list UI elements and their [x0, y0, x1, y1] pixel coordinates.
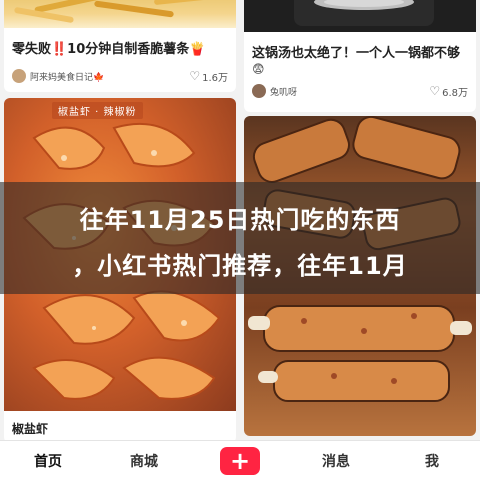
like-button[interactable]: ♡ 6.8万: [429, 84, 468, 99]
tab-home[interactable]: 首页: [0, 451, 96, 471]
headline-line-2: ，小红书热门推荐，往年11月: [72, 252, 408, 280]
note-title: 椒盐虾: [12, 422, 49, 436]
note-meta: 阿来妈美食日记🍁 ♡ 1.6万: [12, 67, 228, 85]
soup-pot-photo: [244, 0, 476, 32]
tab-me[interactable]: 我: [384, 451, 480, 471]
note-card-fries[interactable]: 零失败‼️10分钟自制香脆薯条🍟 阿来妈美食日记🍁 ♡ 1.6万: [4, 0, 236, 92]
avatar[interactable]: [252, 84, 266, 98]
photo-caption: 椒盐虾 · 辣椒粉: [52, 102, 143, 119]
like-button[interactable]: ♡ 1.6万: [189, 69, 228, 84]
like-count: 6.8万: [442, 87, 468, 99]
note-card-soup[interactable]: 这锅汤也太绝了！一个人一锅都不够 😨 兔叽呀 ♡ 6.8万: [244, 0, 476, 112]
author-name: 阿来妈美食日记🍁: [30, 72, 105, 83]
bottom-tab-bar: 首页 商城 + 消息 我: [0, 440, 480, 481]
tab-shop[interactable]: 商城: [96, 451, 192, 471]
heart-icon: ♡: [429, 84, 441, 98]
heart-icon: ♡: [189, 69, 201, 83]
like-count: 1.6万: [202, 72, 228, 84]
author-name: 兔叽呀: [270, 87, 298, 98]
tab-publish[interactable]: +: [192, 447, 288, 475]
plus-icon[interactable]: +: [220, 447, 260, 475]
emoji-icon: 😨: [252, 62, 265, 76]
note-title: 零失败‼️10分钟自制香脆薯条🍟: [12, 42, 206, 57]
note-meta: 兔叽呀 ♡ 6.8万: [252, 82, 468, 100]
avatar[interactable]: [12, 69, 26, 83]
headline-line-1: 往年11月25日热门吃的东西: [79, 206, 401, 234]
note-title: 这锅汤也太绝了！一个人一锅都不够: [252, 46, 461, 61]
tab-messages[interactable]: 消息: [288, 451, 384, 471]
note-meta-emoji: 😨: [252, 60, 468, 78]
fries-photo: [4, 0, 236, 28]
headline-banner: 往年11月25日热门吃的东西 ，小红书热门推荐，往年11月: [0, 182, 480, 294]
